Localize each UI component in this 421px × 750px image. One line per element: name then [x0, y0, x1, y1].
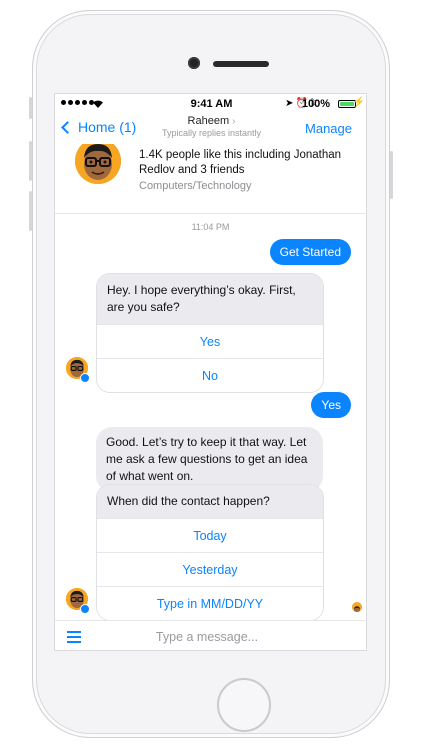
message-timestamp: 11:04 PM [191, 222, 230, 232]
front-camera [188, 57, 200, 69]
phone-screen: 9:41 AM ➤⏰ᛒ 100% ⚡ Home (1) Raheem › Typi… [54, 93, 367, 651]
power-button [390, 151, 393, 199]
incoming-message: Hey. I hope everything’s okay. First, ar… [97, 274, 323, 324]
location-icon: ➤ [285, 98, 296, 109]
messenger-badge-icon [80, 604, 90, 614]
volume-down-button [29, 191, 32, 231]
incoming-message: Good. Let’s try to keep it that way. Let… [96, 427, 323, 492]
page-category: Computers/Technology [139, 180, 252, 192]
back-label: Home (1) [78, 119, 137, 135]
page-avatar [75, 144, 121, 184]
charging-icon: ⚡ [352, 97, 365, 108]
back-button[interactable]: Home (1) [61, 119, 137, 135]
response-time: Typically replies instantly [161, 128, 262, 138]
page-info-card: 1.4K people like this including Jonathan… [55, 144, 366, 214]
earpiece-speaker [213, 61, 269, 67]
quick-reply-no[interactable]: No [97, 358, 323, 392]
volume-up-button [29, 141, 32, 181]
chevron-right-icon: › [232, 116, 236, 127]
outgoing-message: Yes [311, 392, 351, 418]
nav-bar: Home (1) Raheem › Typically replies insta… [55, 114, 366, 144]
menu-icon[interactable] [67, 631, 81, 646]
quick-reply-type-date[interactable]: Type in MM/DD/YY [97, 586, 323, 620]
chevron-left-icon [61, 120, 74, 134]
bitmoji-avatar [352, 605, 362, 612]
bitmoji-avatar [75, 144, 121, 184]
quick-reply-yesterday[interactable]: Yesterday [97, 552, 323, 586]
outgoing-message: Get Started [269, 239, 351, 265]
incoming-message: When did the contact happen? [97, 485, 323, 518]
mute-switch [29, 97, 32, 119]
quick-reply-today[interactable]: Today [97, 518, 323, 552]
message-input[interactable] [97, 626, 357, 648]
safety-question-group: Hey. I hope everything’s okay. First, ar… [96, 273, 324, 393]
status-bar: 9:41 AM ➤⏰ᛒ 100% ⚡ [55, 94, 366, 114]
home-button[interactable] [217, 678, 271, 732]
messenger-badge-icon [80, 373, 90, 383]
read-receipt-avatar [352, 602, 362, 612]
page-likes: 1.4K people like this including Jonathan… [139, 149, 342, 176]
manage-button[interactable]: Manage [305, 121, 352, 136]
battery-percent: 100% [301, 98, 330, 110]
quick-reply-yes[interactable]: Yes [97, 324, 323, 358]
message-composer [55, 620, 366, 650]
conversation-title[interactable]: Raheem › Typically replies instantly [135, 115, 288, 138]
contact-name: Raheem [187, 115, 230, 127]
contact-question-group: When did the contact happen? Today Yeste… [96, 484, 324, 621]
